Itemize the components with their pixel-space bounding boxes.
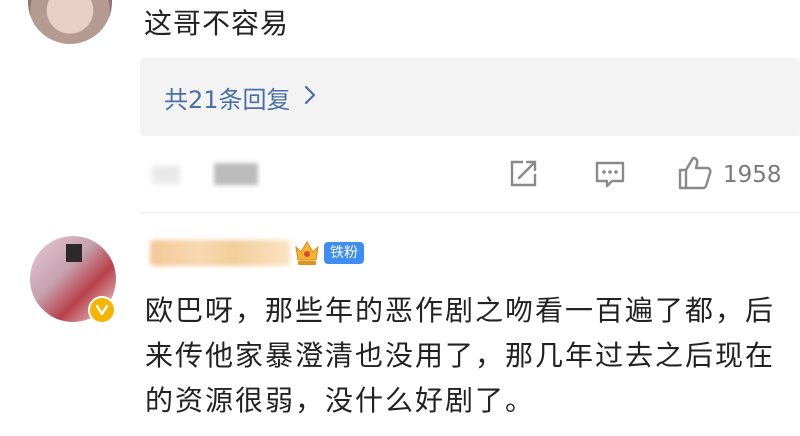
like-button[interactable]: 1958 bbox=[675, 153, 782, 197]
comment-icon bbox=[592, 156, 628, 196]
replies-panel: 共21条回复 bbox=[140, 58, 800, 136]
thumbs-up-icon bbox=[675, 153, 715, 197]
view-replies-link[interactable]: 共21条回复 bbox=[164, 80, 317, 115]
avatar-redaction bbox=[66, 244, 82, 262]
divider bbox=[140, 212, 800, 213]
comment-button[interactable] bbox=[592, 156, 628, 196]
share-icon bbox=[505, 156, 541, 196]
timestamp-redacted bbox=[152, 166, 180, 184]
share-button[interactable] bbox=[505, 156, 541, 196]
comment-text: 这哥不容易 bbox=[144, 7, 290, 40]
location-redacted bbox=[214, 163, 258, 185]
like-count: 1958 bbox=[723, 162, 782, 188]
comment-text: 欧巴呀，那些年的恶作剧之吻看一百遍了都，后来传他家暴澄清也没用了，那几年过去之后… bbox=[145, 294, 776, 417]
username-redacted[interactable] bbox=[150, 240, 290, 266]
fan-badge: 铁粉 bbox=[324, 242, 364, 264]
chevron-right-icon bbox=[303, 84, 317, 112]
crown-icon bbox=[294, 238, 320, 268]
reply-count-label: 共21条回复 bbox=[164, 86, 291, 114]
verified-badge-icon bbox=[88, 296, 116, 324]
avatar[interactable] bbox=[28, 0, 112, 44]
username-row: 铁粉 bbox=[150, 238, 364, 268]
